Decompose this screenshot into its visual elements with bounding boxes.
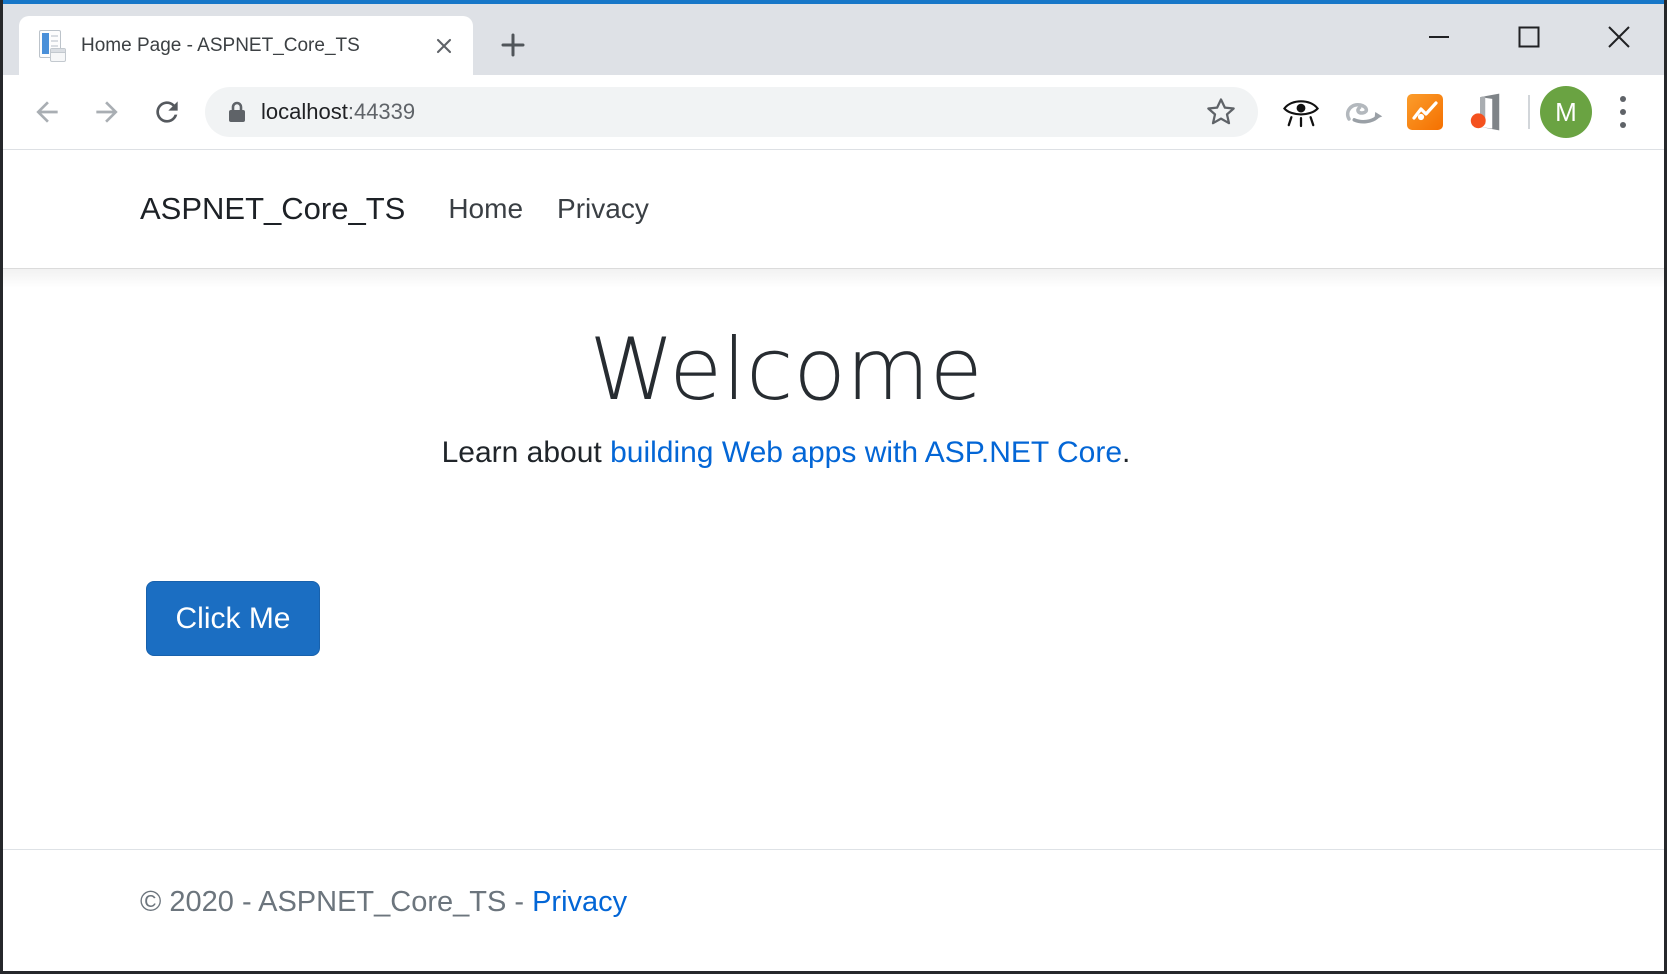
office-extension-icon[interactable] [1456,81,1518,143]
bookmark-star-icon[interactable] [1198,89,1244,135]
footer-copyright: © 2020 - ASPNET_Core_TS - [140,886,532,918]
intro-suffix: . [1122,436,1130,469]
page-title: Welcome [140,323,1432,418]
avatar-initial: M [1555,97,1577,128]
page-content: ASPNET_Core_TS Home Privacy Welcome Lear… [3,150,1664,970]
lock-icon[interactable] [225,98,249,126]
browser-window: Home Page - ASPNET_Core_TS [0,0,1667,974]
eye-extension-icon[interactable] [1270,81,1332,143]
maximize-button[interactable] [1484,4,1574,70]
intro-prefix: Learn about [442,436,610,469]
window-close-button[interactable] [1574,4,1664,70]
url-host: localhost [261,99,348,124]
main-container: Welcome Learn about building Web apps wi… [3,323,1432,656]
window-controls [1394,4,1664,70]
intro-text: Learn about building Web apps with ASP.N… [140,434,1432,472]
url-port: :44339 [348,99,415,124]
address-bar[interactable]: localhost:44339 [205,87,1258,137]
back-arrow-icon[interactable] [17,82,77,142]
extensions-area: M [1270,81,1654,143]
nav-link-home[interactable]: Home [431,193,540,225]
tab-title: Home Page - ASPNET_Core_TS [81,35,429,57]
reload-icon[interactable] [137,82,197,142]
site-footer: © 2020 - ASPNET_Core_TS - Privacy [3,849,1664,970]
minimize-button[interactable] [1394,4,1484,70]
analytics-extension-icon[interactable] [1394,81,1456,143]
kebab-menu-icon[interactable] [1592,81,1654,143]
tab-close-icon[interactable] [429,31,459,61]
new-tab-button[interactable] [495,27,531,63]
nav-link-privacy[interactable]: Privacy [540,193,666,225]
toolbar-separator [1528,95,1530,129]
navbar-brand[interactable]: ASPNET_Core_TS [140,191,405,227]
site-nav: Home Privacy [431,193,666,225]
url-text[interactable]: localhost:44339 [261,99,1198,125]
favicon-aspnet-icon [39,30,66,62]
site-navbar: ASPNET_Core_TS Home Privacy [3,150,1664,269]
swoosh-extension-icon[interactable] [1332,81,1394,143]
click-me-button[interactable]: Click Me [146,581,320,656]
footer-privacy-link[interactable]: Privacy [532,886,627,918]
browser-tab[interactable]: Home Page - ASPNET_Core_TS [19,16,473,75]
browser-toolbar: localhost:44339 [3,75,1664,150]
forward-arrow-icon[interactable] [77,82,137,142]
tab-strip: Home Page - ASPNET_Core_TS [3,4,1664,75]
profile-avatar[interactable]: M [1540,86,1592,138]
aspnet-docs-link[interactable]: building Web apps with ASP.NET Core [610,436,1122,469]
